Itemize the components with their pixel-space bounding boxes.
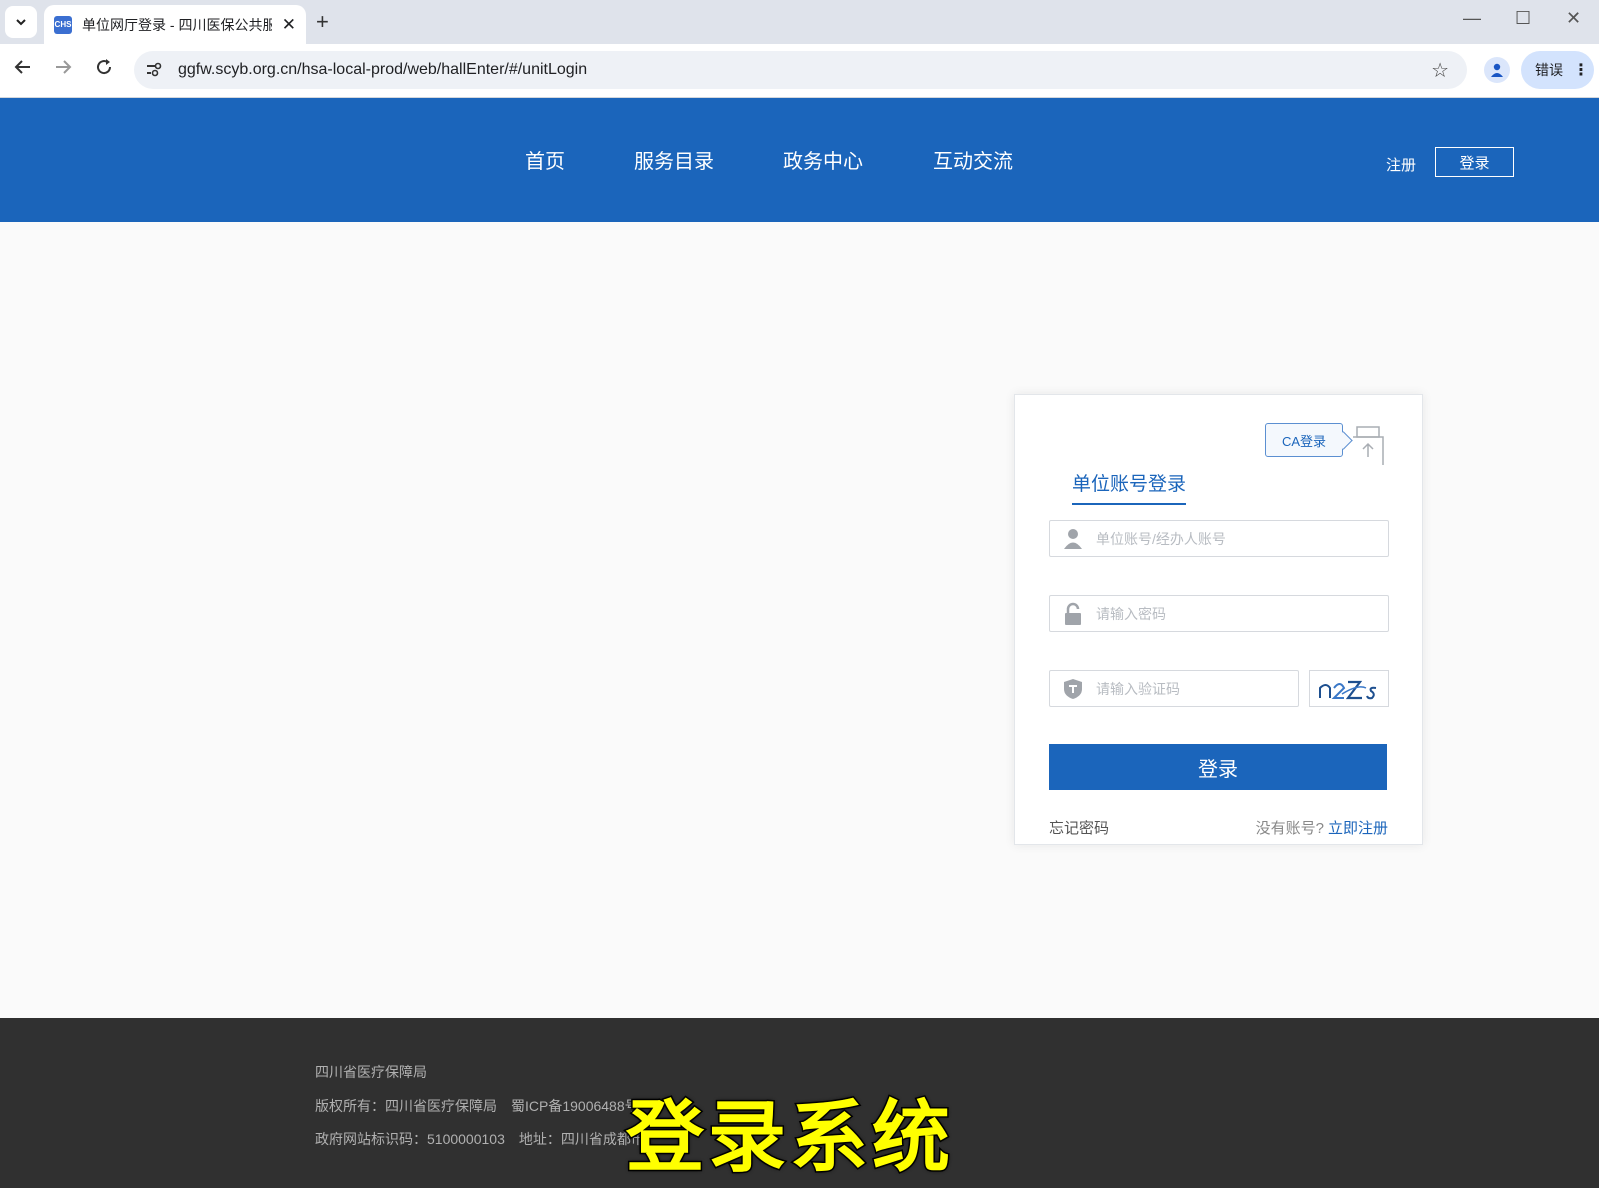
register-now-link[interactable]: 立即注册 <box>1328 820 1388 837</box>
captcha-image[interactable] <box>1309 670 1389 707</box>
header-register-link[interactable]: 注册 <box>1386 154 1416 175</box>
chevron-down-icon <box>16 19 26 26</box>
captcha-field[interactable] <box>1049 670 1299 707</box>
user-icon <box>1062 528 1084 550</box>
error-button[interactable]: 错误 ⋮ <box>1521 51 1594 89</box>
footer-site-id-address: 政府网站标识码：5100000103 地址：四川省成都市 <box>315 1131 645 1147</box>
ca-login-button[interactable]: CA登录 <box>1265 423 1343 457</box>
tab-search-button[interactable] <box>5 6 37 38</box>
password-input[interactable] <box>1096 605 1366 622</box>
tab-unit-account-login[interactable]: 单位账号登录 <box>1072 469 1187 505</box>
no-account-label: 没有账号? <box>1255 820 1324 837</box>
address-bar-row: ggfw.scyb.org.cn/hsa-local-prod/web/hall… <box>0 44 1599 98</box>
header-login-button[interactable]: 登录 <box>1435 147 1514 177</box>
lock-icon <box>1062 602 1084 625</box>
tab-close-icon[interactable]: ✕ <box>282 15 296 35</box>
nav-service-catalog[interactable]: 服务目录 <box>634 145 714 174</box>
forward-arrow-icon[interactable] <box>53 57 73 83</box>
shield-icon <box>1062 678 1084 700</box>
account-field[interactable] <box>1049 520 1389 557</box>
captcha-graphic <box>1319 680 1377 699</box>
nav-home[interactable]: 首页 <box>525 145 565 174</box>
window-close-icon[interactable]: ✕ <box>1566 8 1581 29</box>
tab-title: 单位网厅登录 - 四川医保公共服 <box>82 16 272 33</box>
url-field[interactable]: ggfw.scyb.org.cn/hsa-local-prod/web/hall… <box>134 51 1467 89</box>
overlay-caption: 登录系统 <box>624 1092 955 1185</box>
profile-avatar-icon[interactable] <box>1484 57 1510 83</box>
back-arrow-icon[interactable] <box>13 57 33 83</box>
usb-key-icon[interactable] <box>1351 425 1387 467</box>
footer-org-name: 四川省医疗保障局 <box>315 1064 427 1080</box>
no-account-prompt: 没有账号? 立即注册 <box>1256 817 1388 838</box>
browser-tab-bar: CHS 单位网厅登录 - 四川医保公共服 ✕ + — ☐ ✕ <box>0 0 1599 44</box>
maximize-icon[interactable]: ☐ <box>1515 8 1531 29</box>
password-field[interactable] <box>1049 595 1389 632</box>
footer-copyright: 版权所有：四川省医疗保障局 蜀ICP备19006488号 <box>315 1098 639 1114</box>
site-header: 首页 服务目录 政务中心 互动交流 注册 登录 <box>0 98 1599 222</box>
url-text: ggfw.scyb.org.cn/hsa-local-prod/web/hall… <box>178 61 588 78</box>
login-submit-button[interactable]: 登录 <box>1049 744 1387 790</box>
site-favicon: CHS <box>54 15 72 34</box>
new-tab-icon[interactable]: + <box>316 9 329 35</box>
minimize-icon[interactable]: — <box>1463 8 1481 29</box>
nav-interaction[interactable]: 互动交流 <box>933 145 1013 174</box>
nav-gov-center[interactable]: 政务中心 <box>783 145 863 174</box>
account-input[interactable] <box>1096 530 1366 547</box>
error-label: 错误 <box>1535 62 1563 78</box>
captcha-input[interactable] <box>1096 680 1286 697</box>
browser-tab[interactable]: CHS 单位网厅登录 - 四川医保公共服 ✕ <box>44 5 306 44</box>
bookmark-star-icon[interactable]: ☆ <box>1431 58 1449 83</box>
site-info-icon[interactable] <box>138 54 170 86</box>
reload-icon[interactable] <box>94 57 114 83</box>
login-card: CA登录 单位账号登录 登录 忘记密码 没有账号? <box>1014 394 1423 845</box>
forgot-password-link[interactable]: 忘记密码 <box>1049 817 1109 838</box>
more-menu-icon[interactable]: ⋮ <box>1573 60 1589 80</box>
